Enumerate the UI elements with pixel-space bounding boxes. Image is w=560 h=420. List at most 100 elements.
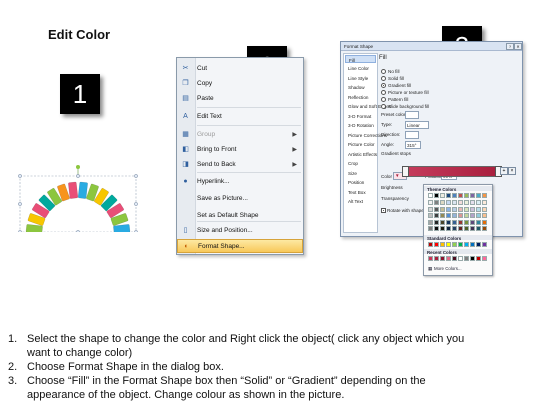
fill-option-radio[interactable] xyxy=(381,69,386,74)
category-reflection[interactable]: Reflection xyxy=(345,93,376,101)
close-icon[interactable]: ✕ xyxy=(514,43,522,50)
field-dropdown[interactable] xyxy=(405,131,419,139)
theme-color-swatch[interactable] xyxy=(446,200,451,205)
theme-color-swatch[interactable] xyxy=(458,193,463,198)
more-colors-link[interactable]: More Colors... xyxy=(434,266,462,271)
help-icon[interactable]: ? xyxy=(506,43,514,50)
fill-option-radio[interactable] xyxy=(381,90,386,95)
category-picture-corrections[interactable]: Picture Corrections xyxy=(345,131,387,139)
theme-color-swatch[interactable] xyxy=(458,219,463,225)
recent-color-swatch[interactable] xyxy=(446,256,451,261)
resize-handle[interactable] xyxy=(134,174,138,178)
category-3-d-format[interactable]: 3-D Format xyxy=(345,112,376,120)
theme-color-swatch[interactable] xyxy=(452,219,457,225)
theme-color-swatch[interactable] xyxy=(434,206,439,212)
category-fill[interactable]: Fill xyxy=(345,55,376,63)
theme-color-swatch[interactable] xyxy=(476,219,481,225)
theme-color-swatch[interactable] xyxy=(482,206,487,212)
resize-handle[interactable] xyxy=(18,230,22,232)
category-crop[interactable]: Crop xyxy=(345,160,376,168)
theme-color-swatch[interactable] xyxy=(458,206,463,212)
recent-color-swatch[interactable] xyxy=(434,256,439,261)
recent-color-swatch[interactable] xyxy=(464,256,469,261)
field-dropdown[interactable]: Linear xyxy=(405,121,429,129)
theme-color-swatch[interactable] xyxy=(428,226,433,231)
theme-color-swatch[interactable] xyxy=(434,200,439,205)
theme-color-swatch[interactable] xyxy=(428,219,433,225)
theme-color-swatch[interactable] xyxy=(470,206,475,212)
theme-color-swatch[interactable] xyxy=(452,200,457,205)
add-stop-icon[interactable]: + xyxy=(500,167,508,175)
theme-color-swatch[interactable] xyxy=(464,206,469,212)
theme-color-swatch[interactable] xyxy=(458,226,463,231)
category-text-box[interactable]: Text Box xyxy=(345,188,376,196)
theme-color-swatch[interactable] xyxy=(434,213,439,218)
gradient-stops-bar[interactable] xyxy=(405,166,499,177)
theme-color-swatch[interactable] xyxy=(464,200,469,205)
recent-color-swatch[interactable] xyxy=(440,256,445,261)
theme-color-swatch[interactable] xyxy=(440,206,445,212)
arch-segment[interactable] xyxy=(25,224,43,232)
theme-color-swatch[interactable] xyxy=(446,206,451,212)
recent-color-swatch[interactable] xyxy=(476,256,481,261)
fill-option-radio[interactable] xyxy=(381,104,386,109)
field-dropdown[interactable] xyxy=(405,111,419,119)
category-shadow[interactable]: Shadow xyxy=(345,84,376,92)
standard-color-swatch[interactable] xyxy=(452,242,457,247)
theme-color-swatch[interactable] xyxy=(464,219,469,225)
theme-color-swatch[interactable] xyxy=(458,213,463,218)
resize-handle[interactable] xyxy=(76,174,80,178)
theme-color-swatch[interactable] xyxy=(428,206,433,212)
rotate-with-shape-checkbox[interactable] xyxy=(381,208,386,213)
arch-segment[interactable] xyxy=(68,181,79,199)
category-position[interactable]: Position xyxy=(345,179,376,187)
theme-color-swatch[interactable] xyxy=(470,193,475,198)
theme-color-swatch[interactable] xyxy=(482,226,487,231)
menu-item-format-shape[interactable]: ◐ Format Shape... xyxy=(177,239,303,253)
standard-color-swatch[interactable] xyxy=(434,242,439,247)
standard-color-swatch[interactable] xyxy=(482,242,487,247)
arch-segment[interactable] xyxy=(77,181,88,199)
theme-color-swatch[interactable] xyxy=(434,219,439,225)
recent-color-swatch[interactable] xyxy=(482,256,487,261)
recent-color-swatch[interactable] xyxy=(458,256,463,261)
resize-handle[interactable] xyxy=(134,202,138,206)
theme-color-swatch[interactable] xyxy=(428,193,433,198)
category-artistic-effects[interactable]: Artistic Effects xyxy=(345,150,377,158)
theme-color-swatch[interactable] xyxy=(434,226,439,231)
theme-color-swatch[interactable] xyxy=(470,226,475,231)
theme-color-swatch[interactable] xyxy=(482,213,487,218)
theme-color-swatch[interactable] xyxy=(470,200,475,205)
category-line-style[interactable]: Line Style xyxy=(345,74,376,82)
theme-color-swatch[interactable] xyxy=(446,226,451,231)
theme-color-swatch[interactable] xyxy=(464,226,469,231)
menu-item-edit-text[interactable]: A Edit Text xyxy=(177,110,303,124)
theme-color-swatch[interactable] xyxy=(452,206,457,212)
theme-color-swatch[interactable] xyxy=(470,219,475,225)
standard-color-swatch[interactable] xyxy=(428,242,433,247)
theme-color-swatch[interactable] xyxy=(482,193,487,198)
theme-color-swatch[interactable] xyxy=(452,193,457,198)
field-dropdown[interactable]: 315° xyxy=(405,141,421,149)
standard-color-swatch[interactable] xyxy=(458,242,463,247)
menu-item-group[interactable]: ▦ Group ▶ xyxy=(177,128,303,142)
theme-color-swatch[interactable] xyxy=(458,200,463,205)
standard-color-swatch[interactable] xyxy=(464,242,469,247)
theme-color-swatch[interactable] xyxy=(452,213,457,218)
theme-color-swatch[interactable] xyxy=(428,200,433,205)
standard-color-swatch[interactable] xyxy=(440,242,445,247)
stop-handle-start[interactable] xyxy=(402,166,409,177)
category-size[interactable]: Size xyxy=(345,169,376,177)
resize-handle[interactable] xyxy=(18,202,22,206)
menu-item-cut[interactable]: ✂ Cut xyxy=(177,62,303,76)
theme-color-swatch[interactable] xyxy=(476,200,481,205)
theme-color-swatch[interactable] xyxy=(446,219,451,225)
theme-color-swatch[interactable] xyxy=(476,206,481,212)
theme-color-swatch[interactable] xyxy=(476,226,481,231)
selected-arch-shape[interactable] xyxy=(16,160,140,232)
theme-color-swatch[interactable] xyxy=(464,193,469,198)
recent-color-swatch[interactable] xyxy=(428,256,433,261)
category-alt-text[interactable]: Alt Text xyxy=(345,198,376,206)
standard-color-swatch[interactable] xyxy=(470,242,475,247)
category-picture-color[interactable]: Picture Color xyxy=(345,141,376,149)
